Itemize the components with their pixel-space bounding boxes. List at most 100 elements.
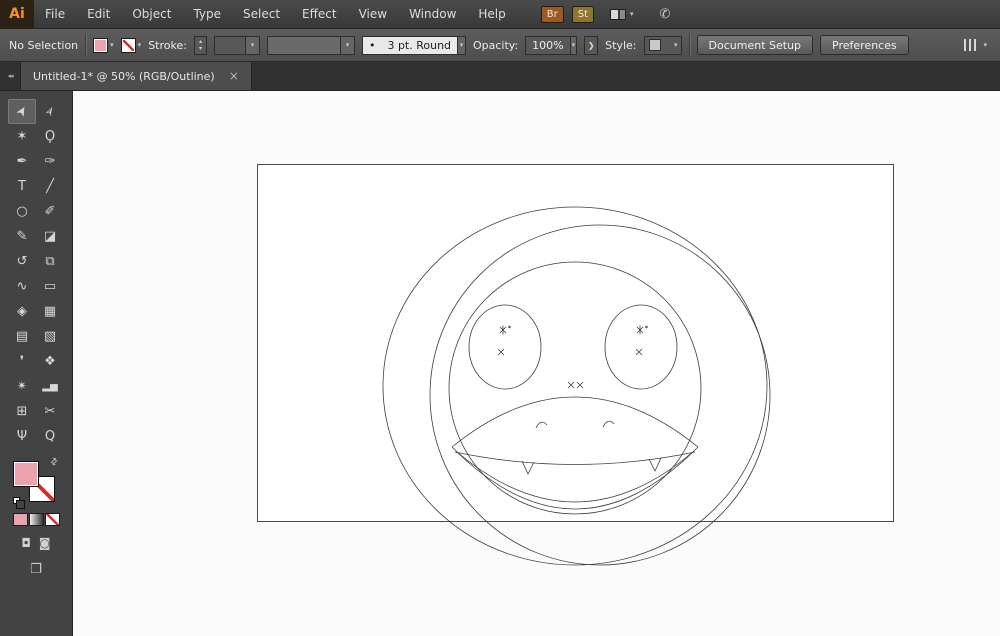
chevron-down-icon: ▾ <box>457 36 465 54</box>
stepper-up-icon: ▴ <box>198 38 202 45</box>
draw-behind-icon[interactable]: ◙ <box>39 536 51 550</box>
opacity-panel-button[interactable]: ❯ <box>584 35 599 55</box>
none-button[interactable] <box>44 513 60 526</box>
align-options[interactable]: ▾ <box>964 39 991 51</box>
perspective-grid-tool[interactable]: ▦ <box>36 299 64 324</box>
draw-normal-icon[interactable]: ◘ <box>21 536 31 550</box>
type-tool[interactable]: T <box>8 174 36 199</box>
gradient-button[interactable] <box>28 513 44 526</box>
menu-select[interactable]: Select <box>232 0 291 29</box>
brush-bullet: • <box>368 38 376 52</box>
line-segment-tool[interactable]: ╱ <box>36 174 64 199</box>
rotate-tool[interactable]: ↺ <box>8 249 36 274</box>
direct-selection-tool[interactable]: ➢ <box>36 99 64 124</box>
chevron-down-icon: ▾ <box>983 41 987 49</box>
close-tab-icon[interactable]: × <box>229 69 239 83</box>
hand-tool[interactable]: Ψ <box>8 424 36 449</box>
scale-tool[interactable]: ⧉ <box>36 249 64 274</box>
magic-wand-tool[interactable]: ✶ <box>8 124 36 149</box>
menu-file[interactable]: File <box>34 0 76 29</box>
menu-window[interactable]: Window <box>398 0 467 29</box>
blend-tool[interactable]: ❖ <box>36 349 64 374</box>
stroke-weight-stepper[interactable]: ▴ ▾ <box>193 35 207 55</box>
symbol-sprayer-tool[interactable]: ✴ <box>8 374 36 399</box>
brush-profile-select[interactable]: • 3 pt. Round ▾ <box>361 35 466 55</box>
tools-panel: ➤ ➢ ✶ Ϙ ✒ ✑ T ╱ ○ ✐ ✎ ◪ ↺ ⧉ ∿ ▭ ◈ ▦ ▤ ▧ … <box>0 91 73 636</box>
ellipse-tool[interactable]: ○ <box>8 199 36 224</box>
preferences-button[interactable]: Preferences <box>820 35 909 55</box>
mesh-tool[interactable]: ▤ <box>8 324 36 349</box>
workspace-icon <box>610 8 627 20</box>
slice-tool[interactable]: ✂ <box>36 399 64 424</box>
free-transform-tool[interactable]: ▭ <box>36 274 64 299</box>
tool-grid: ➤ ➢ ✶ Ϙ ✒ ✑ T ╱ ○ ✐ ✎ ◪ ↺ ⧉ ∿ ▭ ◈ ▦ ▤ ▧ … <box>8 99 64 449</box>
canvas[interactable] <box>73 91 1000 636</box>
opacity-label[interactable]: Opacity: <box>473 39 518 52</box>
stroke-none-swatch-icon <box>120 37 136 53</box>
style-label[interactable]: Style: <box>605 39 636 52</box>
opacity-value: 100% <box>532 38 564 52</box>
menu-edit[interactable]: Edit <box>76 0 121 29</box>
divider <box>688 34 690 56</box>
screen-mode-icon[interactable]: ❐ <box>30 562 42 577</box>
eyedropper-tool[interactable]: ❜ <box>8 349 36 374</box>
gradient-tool[interactable]: ▧ <box>36 324 64 349</box>
stroke-label[interactable]: Stroke: <box>148 39 187 52</box>
fill-proxy[interactable] <box>13 461 39 487</box>
shape-builder-tool[interactable]: ◈ <box>8 299 36 324</box>
paintbrush-tool[interactable]: ✐ <box>36 199 64 224</box>
pen-tool[interactable]: ✒ <box>8 149 36 174</box>
control-bar: No Selection ▾ ▾ Stroke: ▴ ▾ ▾ ▾ • 3 pt.… <box>0 29 1000 62</box>
selection-tool[interactable]: ➤ <box>8 99 36 124</box>
document-tab-title: Untitled-1* @ 50% (RGB/Outline) <box>33 69 215 83</box>
cs-live-icon[interactable]: ✆ <box>660 7 671 22</box>
brush-profile-value: 3 pt. Round <box>387 38 452 52</box>
document-tab-bar: ◂◂ Untitled-1* @ 50% (RGB/Outline) × <box>0 62 1000 91</box>
pencil-tool[interactable]: ✎ <box>8 224 36 249</box>
chevron-down-icon: ▾ <box>244 36 259 54</box>
style-swatch-icon <box>648 39 661 51</box>
menu-bar: Ai File Edit Object Type Select Effect V… <box>0 0 1000 29</box>
selection-tool-icon: ➤ <box>12 103 32 120</box>
artwork-outline-view[interactable] <box>73 91 1000 636</box>
document-tab[interactable]: Untitled-1* @ 50% (RGB/Outline) × <box>20 62 252 90</box>
stroke-color-picker[interactable]: ▾ <box>120 37 142 53</box>
menu-view[interactable]: View <box>348 0 398 29</box>
fill-color-picker[interactable]: ▾ <box>93 37 114 53</box>
chevron-down-icon: ▾ <box>569 36 577 54</box>
menu-effect[interactable]: Effect <box>291 0 348 29</box>
illustrator-logo: Ai <box>0 0 34 29</box>
style-select[interactable]: ▾ <box>643 35 682 55</box>
chevron-down-icon: ▾ <box>137 41 142 49</box>
align-icon <box>964 39 980 51</box>
column-graph-tool[interactable]: ▂▅ <box>36 374 64 399</box>
bridge-button[interactable]: Br <box>540 5 564 23</box>
zoom-tool[interactable]: Q <box>36 424 64 449</box>
collapse-panel-icon[interactable]: ◂◂ <box>0 62 20 90</box>
swap-fill-stroke-icon[interactable]: ⇄ <box>49 456 61 468</box>
paint-mode-buttons <box>12 513 60 526</box>
default-fill-stroke-icon[interactable] <box>13 497 25 509</box>
artboard[interactable] <box>257 164 894 522</box>
blob-brush-tool[interactable]: ✑ <box>36 149 64 174</box>
menu-object[interactable]: Object <box>121 0 182 29</box>
stepper-down-icon: ▾ <box>198 45 202 52</box>
chevron-down-icon: ▾ <box>110 41 114 49</box>
workspace-switcher[interactable]: ▾ <box>610 8 634 20</box>
width-tool[interactable]: ∿ <box>8 274 36 299</box>
eraser-tool[interactable]: ◪ <box>36 224 64 249</box>
menu-type[interactable]: Type <box>182 0 232 29</box>
chevron-down-icon: ▾ <box>339 36 354 54</box>
document-setup-button[interactable]: Document Setup <box>696 35 814 55</box>
artboard-tool[interactable]: ⊞ <box>8 399 36 424</box>
fill-stroke-indicator: ⇄ <box>13 456 61 509</box>
menu-help[interactable]: Help <box>467 0 516 29</box>
color-button[interactable] <box>12 513 28 526</box>
lasso-tool[interactable]: Ϙ <box>36 124 64 149</box>
fill-swatch-icon <box>93 37 109 53</box>
chevron-down-icon: ▾ <box>630 10 634 18</box>
brush-definition-select[interactable]: ▾ <box>266 35 355 55</box>
opacity-select[interactable]: 100% ▾ <box>525 35 578 55</box>
stock-button[interactable]: St <box>571 5 595 23</box>
stroke-weight-select[interactable]: ▾ <box>213 35 260 55</box>
